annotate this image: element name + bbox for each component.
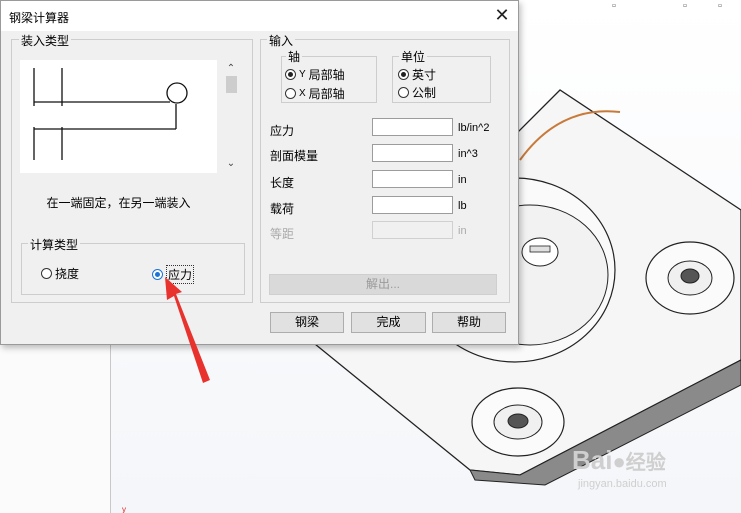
axis-y-prefix: Y [299, 69, 306, 80]
steel-beam-button[interactable]: 钢梁 [270, 312, 344, 333]
axis-y-label: 局部轴 [308, 68, 345, 82]
metric-label: 公制 [412, 86, 437, 100]
dialog-title: 钢梁计算器 [9, 11, 70, 25]
help-button[interactable]: 帮助 [432, 312, 506, 333]
load-input[interactable] [372, 196, 453, 214]
done-button[interactable]: 完成 [351, 312, 426, 333]
distance-label: 等距 [270, 227, 295, 241]
axis-x-prefix: X [299, 88, 306, 99]
stress-unit: lb/in^2 [458, 122, 490, 134]
load-label: 载荷 [270, 202, 295, 216]
length-label: 长度 [270, 176, 295, 190]
calc-type-stress[interactable]: 应力 [152, 265, 195, 284]
section-modulus-input[interactable] [372, 144, 453, 162]
beam-diagram-icon [20, 60, 217, 173]
scroll-down-icon[interactable]: ⌄ [225, 158, 237, 169]
length-unit: in [458, 174, 467, 186]
length-input[interactable] [372, 170, 453, 188]
distance-input [372, 221, 453, 239]
section-modulus-unit: in^3 [458, 148, 478, 160]
input-label: 输入 [267, 32, 296, 49]
axis-x-label: 局部轴 [308, 87, 345, 101]
calc-type-label: 计算类型 [28, 236, 81, 253]
radio-metric[interactable] [398, 87, 409, 98]
calc-type-deflection[interactable]: 挠度 [41, 265, 79, 282]
stress-label: 应力 [166, 265, 195, 284]
load-type-caption: 在一端固定，在另一端装入 [46, 196, 191, 210]
solve-button[interactable]: 解出... [269, 274, 497, 295]
deflection-label: 挠度 [55, 267, 80, 281]
axis-label: 轴 [286, 48, 303, 65]
section-modulus-label: 剖面模量 [270, 149, 319, 163]
units-label: 单位 [399, 48, 428, 65]
scrollbar-thumb[interactable] [226, 76, 237, 93]
radio-inch[interactable] [398, 69, 409, 80]
radio-deflection[interactable] [41, 268, 52, 279]
load-unit: lb [458, 200, 467, 212]
baidu-paw-icon: ● [612, 449, 626, 474]
radio-axis-x[interactable] [285, 88, 296, 99]
axis-y-local[interactable]: Y 局部轴 [285, 66, 345, 83]
title-bar: 钢梁计算器 ✕ [1, 1, 518, 31]
distance-unit: in [458, 225, 467, 237]
units-metric[interactable]: 公制 [398, 84, 436, 101]
units-inch[interactable]: 英寸 [398, 66, 436, 83]
load-type-label: 装入类型 [19, 32, 72, 49]
stress-field-label: 应力 [270, 124, 295, 138]
beam-calculator-dialog: 钢梁计算器 ✕ 装入类型 ⌃ ⌄ 在一端固定，在另一端装入 计算类型 挠度 应力… [0, 0, 519, 345]
radio-axis-y[interactable] [285, 69, 296, 80]
radio-stress[interactable] [152, 269, 163, 280]
inch-label: 英寸 [412, 68, 437, 82]
scroll-up-icon[interactable]: ⌃ [225, 63, 237, 74]
close-icon[interactable]: ✕ [492, 4, 512, 26]
watermark-url: jingyan.baidu.com [578, 478, 667, 490]
stress-input[interactable] [372, 118, 453, 136]
svg-text:y: y [122, 505, 126, 513]
axis-x-local[interactable]: X 局部轴 [285, 85, 345, 102]
watermark-brand: Bai●经验 [572, 445, 666, 475]
